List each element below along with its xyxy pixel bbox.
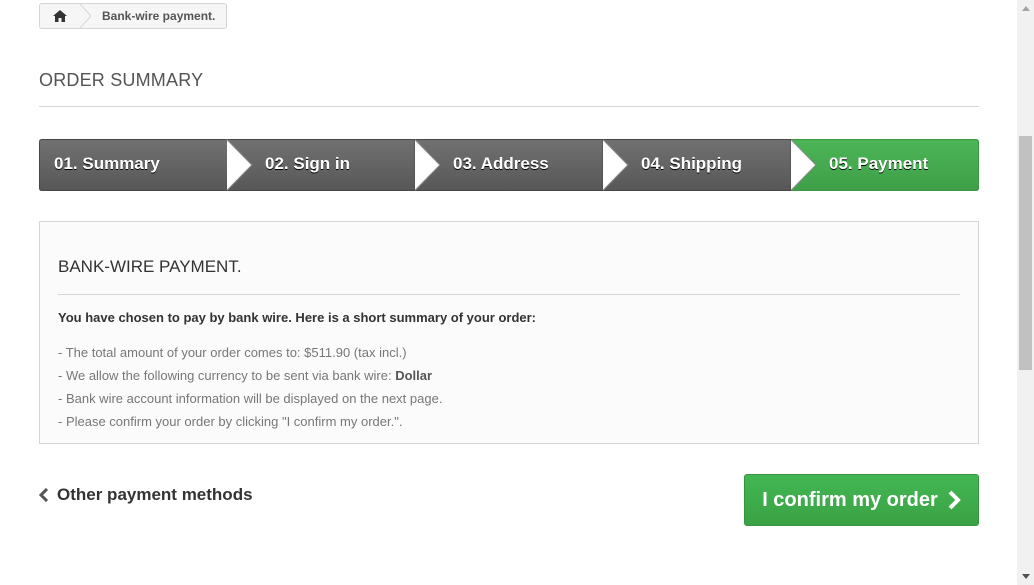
chevron-right-icon <box>948 490 961 510</box>
step-address-label: 03. Address <box>453 154 549 173</box>
step-summary-label: 01. Summary <box>54 154 160 173</box>
box-intro: You have chosen to pay by bank wire. Her… <box>58 310 537 325</box>
step-payment-label: 05. Payment <box>829 154 929 173</box>
step-address[interactable]: 03. Address <box>415 139 603 191</box>
home-icon <box>53 10 67 22</box>
page-title: ORDER SUMMARY <box>39 70 979 107</box>
currency-line: - We allow the following currency to be … <box>58 364 442 387</box>
step-sign-in[interactable]: 02. Sign in <box>227 139 415 191</box>
total-amount-line: - The total amount of your order comes t… <box>58 345 407 360</box>
step-payment[interactable]: 05. Payment <box>791 139 979 191</box>
vertical-scrollbar[interactable] <box>1017 0 1034 585</box>
scroll-down-arrow[interactable] <box>1017 568 1034 585</box>
checkout-steps: 01. Summary 02. Sign in 03. Address 04. … <box>39 139 979 191</box>
breadcrumb-current: Bank-wire payment. <box>102 9 216 23</box>
box-title: BANK-WIRE PAYMENT. <box>58 257 960 295</box>
account-info-line: - Bank wire account information will be … <box>58 391 443 406</box>
step-shipping-label: 04. Shipping <box>641 154 743 173</box>
scroll-up-arrow[interactable] <box>1017 0 1034 17</box>
step-shipping[interactable]: 04. Shipping <box>603 139 791 191</box>
confirm-instruction-line: - Please confirm your order by clicking … <box>58 414 403 429</box>
page: Bank-wire payment. ORDER SUMMARY 01. Sum… <box>0 0 1034 585</box>
step-sign-in-label: 02. Sign in <box>265 154 351 173</box>
breadcrumb-separator <box>80 4 92 28</box>
chevron-left-icon <box>39 488 49 502</box>
confirm-order-label: I confirm my order <box>762 488 938 511</box>
confirm-order-button[interactable]: I confirm my order <box>744 474 979 526</box>
other-payment-methods-link[interactable]: Other payment methods <box>39 485 253 505</box>
breadcrumb-home-link[interactable] <box>40 4 80 28</box>
breadcrumb: Bank-wire payment. <box>39 3 228 29</box>
step-summary[interactable]: 01. Summary <box>39 139 227 191</box>
currency-value: Dollar <box>395 368 433 383</box>
order-summary-lines: - The total amount of your order comes t… <box>58 341 442 433</box>
currency-line-text: - We allow the following currency to be … <box>58 368 396 383</box>
bank-wire-box: BANK-WIRE PAYMENT. You have chosen to pa… <box>39 221 979 444</box>
scrollbar-thumb[interactable] <box>1019 136 1032 370</box>
other-payment-methods-label: Other payment methods <box>57 485 253 504</box>
